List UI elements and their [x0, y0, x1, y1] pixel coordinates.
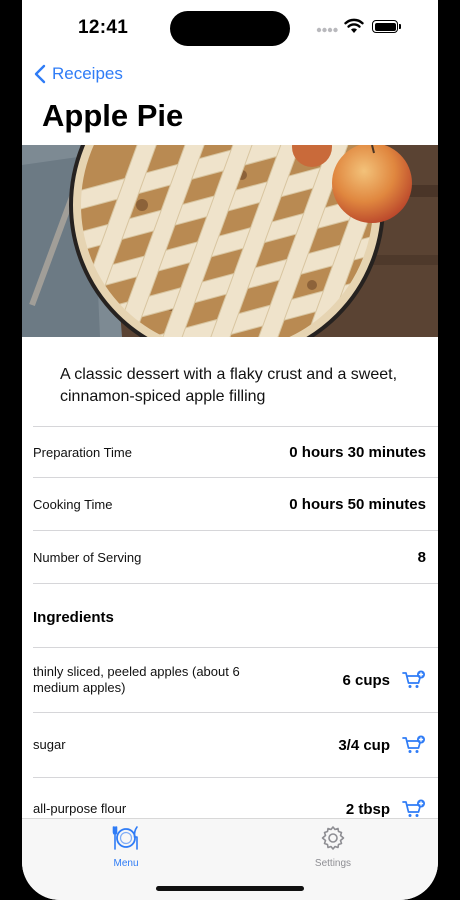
ingredient-name: sugar	[33, 737, 66, 752]
detail-row-servings: Number of Serving 8	[22, 531, 438, 583]
detail-value: 0 hours 30 minutes	[289, 443, 426, 461]
tab-menu[interactable]: Menu	[91, 825, 161, 869]
detail-row-prep-time: Preparation Time 0 hours 30 minutes	[22, 427, 438, 477]
status-time: 12:41	[78, 17, 129, 38]
tab-settings[interactable]: Settings	[298, 825, 368, 869]
detail-label: Cooking Time	[33, 496, 113, 512]
battery-icon	[372, 20, 401, 33]
ingredient-amount: 3/4 cup	[338, 736, 390, 754]
ingredient-row: thinly sliced, peeled apples (about 6 me…	[22, 648, 438, 712]
cellular-signal-icon	[316, 27, 338, 33]
divider	[33, 583, 438, 584]
add-to-cart-icon[interactable]	[402, 670, 426, 690]
ingredient-name: all-purpose flour	[33, 801, 127, 816]
recipe-description: A classic dessert with a flaky crust and…	[60, 366, 398, 405]
recipe-hero-image	[22, 145, 438, 337]
back-button[interactable]: Receipes	[34, 62, 123, 86]
ingredient-amount: 6 cups	[342, 671, 390, 689]
detail-label: Preparation Time	[33, 444, 132, 460]
add-to-cart-icon[interactable]	[402, 735, 426, 755]
screen: 12:41 Receipes Apple Pie A classic desse…	[22, 0, 438, 900]
ingredients-heading: Ingredients	[33, 609, 114, 626]
home-indicator	[156, 886, 304, 891]
chevron-left-icon	[34, 64, 46, 84]
ingredient-amount: 2 tbsp	[345, 800, 390, 818]
status-bar: 12:41	[22, 0, 438, 56]
detail-label: Number of Serving	[33, 549, 142, 565]
add-to-cart-icon[interactable]	[402, 799, 426, 819]
fork-knife-plate-icon	[112, 826, 138, 850]
detail-value: 8	[417, 548, 426, 566]
detail-value: 0 hours 50 minutes	[289, 495, 426, 513]
ingredient-name: thinly sliced, peeled apples (about 6 me…	[33, 664, 240, 695]
gear-icon	[321, 826, 345, 850]
back-button-label: Receipes	[52, 64, 123, 83]
phone-frame: 12:41 Receipes Apple Pie A classic desse…	[0, 0, 460, 900]
dynamic-island	[170, 11, 290, 46]
tab-menu-label: Menu	[113, 858, 139, 869]
detail-row-cook-time: Cooking Time 0 hours 50 minutes	[22, 478, 438, 530]
page-title: Apple Pie	[42, 98, 184, 133]
tab-settings-label: Settings	[314, 858, 352, 869]
wifi-icon	[344, 18, 364, 33]
ingredient-row: sugar 3/4 cup	[22, 713, 438, 777]
